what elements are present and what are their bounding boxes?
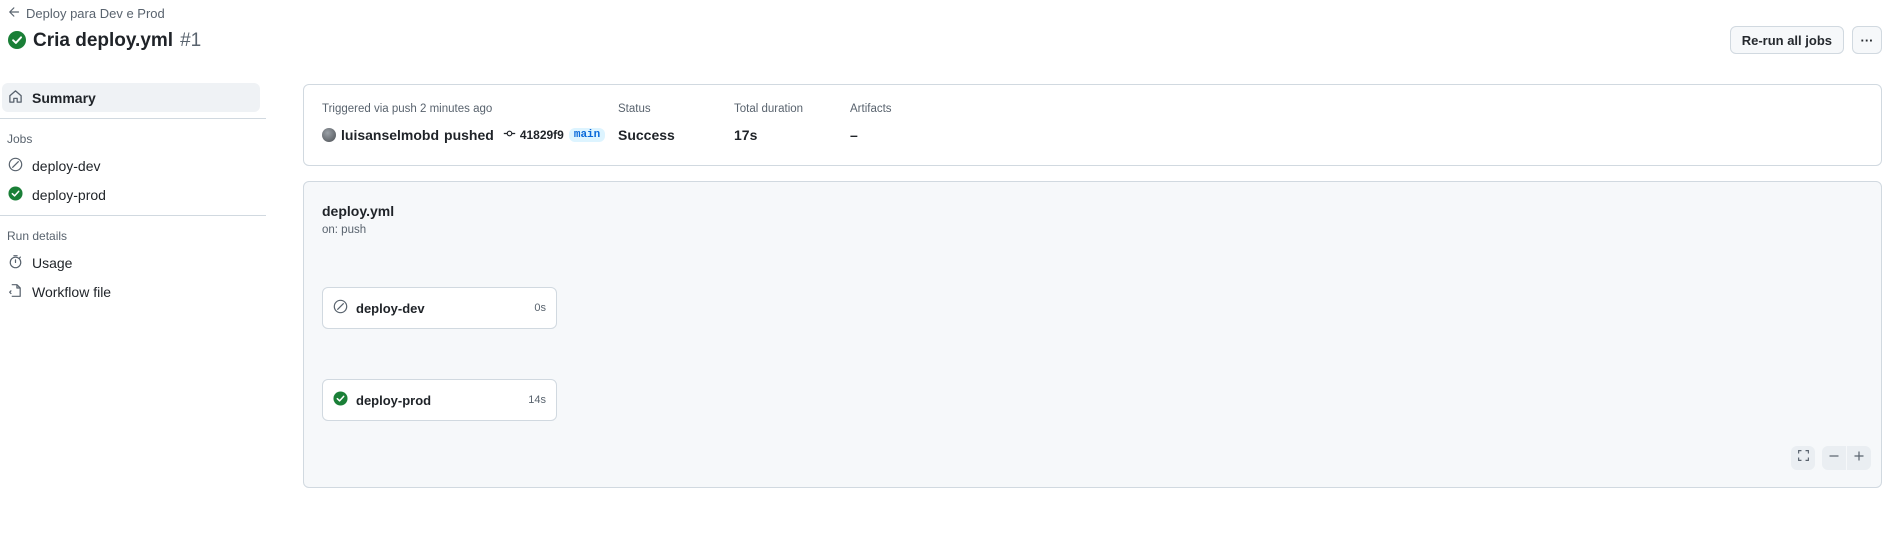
stopwatch-icon — [8, 254, 23, 272]
file-code-icon — [8, 283, 23, 301]
trigger-label: Triggered via push 2 minutes ago — [322, 103, 493, 115]
workflow-name: deploy.yml — [322, 203, 395, 219]
status-label: Status — [618, 103, 651, 115]
artifacts-value: – — [850, 127, 858, 143]
commit-link[interactable]: 41829f9 — [503, 127, 564, 143]
push-action-text: pushed — [444, 127, 494, 143]
trigger-details: luisanselmobd pushed 41829f9 main — [322, 127, 606, 143]
duration-label: Total duration — [734, 103, 804, 115]
artifacts-label: Artifacts — [850, 103, 892, 115]
success-check-icon — [8, 30, 26, 52]
sidebar-item-label: Workflow file — [32, 283, 112, 300]
minus-icon — [1828, 449, 1840, 467]
job-name: deploy-dev — [356, 300, 425, 316]
trigger-column: Triggered via push 2 minutes ago luisans… — [322, 103, 606, 143]
duration-column: Total duration 17s — [734, 103, 803, 143]
avatar[interactable] — [322, 128, 336, 142]
zoom-in-button[interactable] — [1847, 446, 1871, 470]
user-link[interactable]: luisanselmobd — [341, 127, 439, 143]
more-options-button[interactable]: ··· — [1852, 26, 1882, 54]
run-title: Cria deploy.yml #1 — [8, 30, 201, 52]
sidebar-item-usage[interactable]: Usage — [2, 248, 260, 277]
run-details-heading: Run details — [7, 229, 68, 243]
success-check-icon — [8, 185, 23, 204]
status-value: Success — [618, 127, 675, 143]
jobs-heading: Jobs — [7, 132, 33, 146]
rerun-all-jobs-button[interactable]: Re-run all jobs — [1729, 26, 1844, 54]
header-actions: Re-run all jobs ··· — [1729, 26, 1882, 54]
sidebar-divider — [0, 118, 266, 119]
job-duration: 14s — [528, 394, 546, 406]
workflow-trigger: on: push — [322, 224, 367, 236]
sidebar-item-deploy-dev[interactable]: deploy-dev — [2, 151, 260, 180]
artifacts-column: Artifacts – — [850, 103, 892, 143]
graph-zoom-controls — [1791, 446, 1871, 470]
git-commit-icon — [503, 127, 516, 143]
job-duration: 0s — [534, 302, 546, 314]
screen-full-icon — [1797, 449, 1810, 467]
arrow-left-icon — [8, 6, 20, 21]
skipped-icon — [333, 299, 348, 317]
sidebar-item-label: deploy-prod — [32, 186, 106, 203]
job-node-deploy-prod[interactable]: deploy-prod 14s — [322, 379, 557, 421]
commit-sha: 41829f9 — [519, 128, 564, 142]
back-link-label: Deploy para Dev e Prod — [26, 6, 165, 21]
sidebar-divider — [0, 215, 266, 216]
sidebar-item-deploy-prod[interactable]: deploy-prod — [2, 180, 260, 209]
sidebar-item-summary[interactable]: Summary — [2, 83, 260, 112]
branch-tag[interactable]: main — [568, 128, 606, 142]
job-name: deploy-prod — [356, 392, 432, 408]
sidebar-item-workflow-file[interactable]: Workflow file — [2, 277, 260, 306]
sidebar: Summary Jobs deploy-dev deploy-prod Run … — [0, 83, 266, 306]
sidebar-item-label: Summary — [32, 89, 96, 106]
sidebar-item-label: deploy-dev — [32, 157, 101, 174]
fullscreen-button[interactable] — [1791, 446, 1815, 470]
run-summary-card: Triggered via push 2 minutes ago luisans… — [303, 84, 1882, 166]
job-node-deploy-dev[interactable]: deploy-dev 0s — [322, 287, 557, 329]
zoom-out-button[interactable] — [1822, 446, 1846, 470]
sidebar-item-label: Usage — [32, 254, 73, 271]
zoom-group — [1822, 446, 1871, 470]
home-icon — [8, 89, 23, 107]
run-number: #1 — [180, 30, 202, 51]
workflow-graph-card: deploy.yml on: push deploy-dev 0s deploy… — [303, 181, 1882, 488]
duration-value: 17s — [734, 127, 758, 143]
back-link[interactable]: Deploy para Dev e Prod — [8, 6, 165, 21]
status-column: Status Success — [618, 103, 675, 143]
page-title: Cria deploy.yml — [33, 30, 174, 51]
skipped-icon — [8, 157, 23, 175]
plus-icon — [1853, 449, 1865, 467]
success-check-icon — [333, 391, 348, 409]
kebab-horizontal-icon: ··· — [1860, 32, 1874, 48]
